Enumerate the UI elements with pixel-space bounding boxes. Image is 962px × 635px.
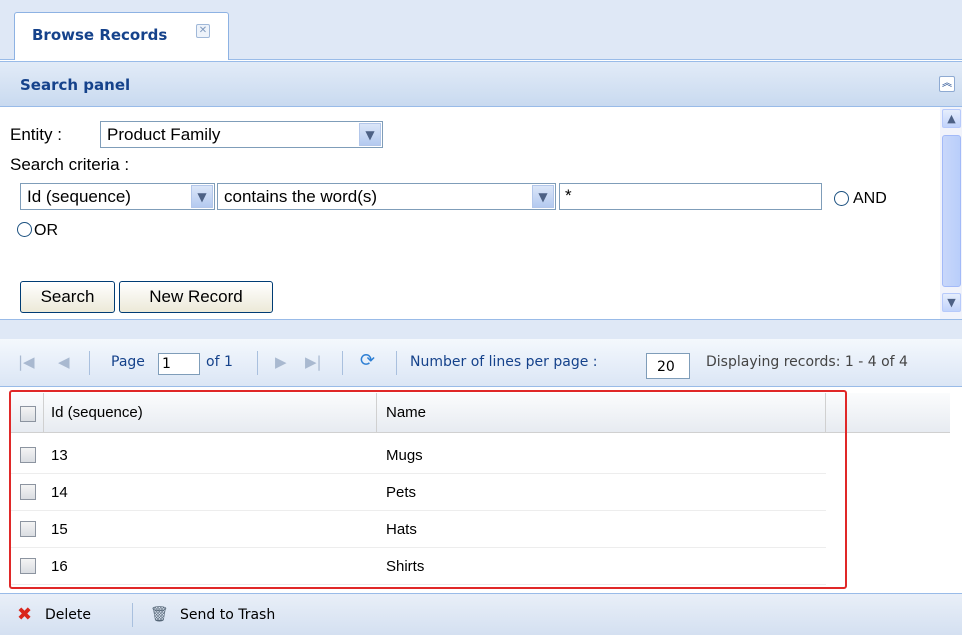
collapse-icon[interactable]: ︽ bbox=[939, 76, 955, 92]
tab-strip: Browse Records ✕ bbox=[0, 0, 962, 60]
entity-select[interactable]: Product Family ▼ bbox=[100, 121, 383, 148]
delete-button[interactable]: Delete bbox=[45, 607, 91, 623]
page-label: Page bbox=[111, 354, 145, 370]
tab-label: Browse Records bbox=[32, 26, 168, 44]
lines-per-page-input[interactable]: 20 bbox=[646, 353, 690, 379]
highlight-box bbox=[9, 390, 847, 589]
refresh-icon[interactable]: ⟳ bbox=[360, 350, 375, 371]
operator-value: contains the word(s) bbox=[224, 187, 378, 206]
toolbar-divider bbox=[396, 351, 397, 375]
or-label: OR bbox=[34, 222, 58, 239]
toolbar-divider bbox=[257, 351, 258, 375]
page-input[interactable]: 1 bbox=[158, 353, 200, 375]
field-select[interactable]: Id (sequence) ▼ bbox=[20, 183, 215, 210]
search-button[interactable]: Search bbox=[20, 281, 115, 313]
form-scrollbar[interactable]: ▲ ▼ bbox=[940, 107, 962, 319]
criteria-label: Search criteria : bbox=[10, 155, 130, 174]
scroll-down-icon[interactable]: ▼ bbox=[942, 293, 961, 312]
or-radio[interactable] bbox=[17, 222, 32, 237]
search-input[interactable]: * bbox=[559, 183, 822, 210]
delete-icon[interactable]: ✖ bbox=[17, 604, 32, 625]
toolbar-divider bbox=[342, 351, 343, 375]
panel-separator bbox=[0, 319, 962, 339]
entity-label: Entity : bbox=[10, 125, 62, 144]
operator-select[interactable]: contains the word(s) ▼ bbox=[217, 183, 556, 210]
toolbar-divider bbox=[89, 351, 90, 375]
trash-icon[interactable]: 🗑 bbox=[150, 605, 169, 623]
close-icon[interactable]: ✕ bbox=[196, 24, 210, 38]
prev-page-icon[interactable]: ◀ bbox=[58, 353, 70, 371]
paging-toolbar: |◀ ◀ Page 1 of 1 ▶ ▶| ⟳ Number of lines … bbox=[0, 339, 962, 387]
new-record-button[interactable]: New Record bbox=[119, 281, 273, 313]
chevron-down-icon[interactable]: ▼ bbox=[359, 123, 381, 146]
search-panel-header: Search panel ︽ bbox=[0, 61, 962, 107]
panel-title: Search panel bbox=[20, 76, 131, 94]
and-radio[interactable] bbox=[834, 191, 849, 206]
scroll-thumb[interactable] bbox=[942, 135, 961, 287]
last-page-icon[interactable]: ▶| bbox=[305, 353, 322, 371]
send-to-trash-button[interactable]: Send to Trash bbox=[180, 607, 275, 623]
search-form: Entity : Product Family ▼ Search criteri… bbox=[0, 107, 940, 319]
toolbar-divider bbox=[132, 603, 133, 627]
actions-toolbar: ✖ Delete 🗑 Send to Trash bbox=[0, 593, 962, 635]
entity-value: Product Family bbox=[107, 125, 221, 144]
lines-label: Number of lines per page : bbox=[410, 354, 598, 370]
scroll-up-icon[interactable]: ▲ bbox=[942, 109, 961, 128]
first-page-icon[interactable]: |◀ bbox=[18, 353, 35, 371]
chevron-down-icon[interactable]: ▼ bbox=[191, 185, 213, 208]
next-page-icon[interactable]: ▶ bbox=[275, 353, 287, 371]
displaying-records: Displaying records: 1 - 4 of 4 bbox=[706, 354, 908, 370]
tab-browse-records[interactable]: Browse Records ✕ bbox=[14, 12, 229, 60]
field-value: Id (sequence) bbox=[27, 187, 131, 206]
and-label: AND bbox=[853, 190, 887, 207]
page-count: of 1 bbox=[206, 354, 233, 370]
chevron-down-icon[interactable]: ▼ bbox=[532, 185, 554, 208]
